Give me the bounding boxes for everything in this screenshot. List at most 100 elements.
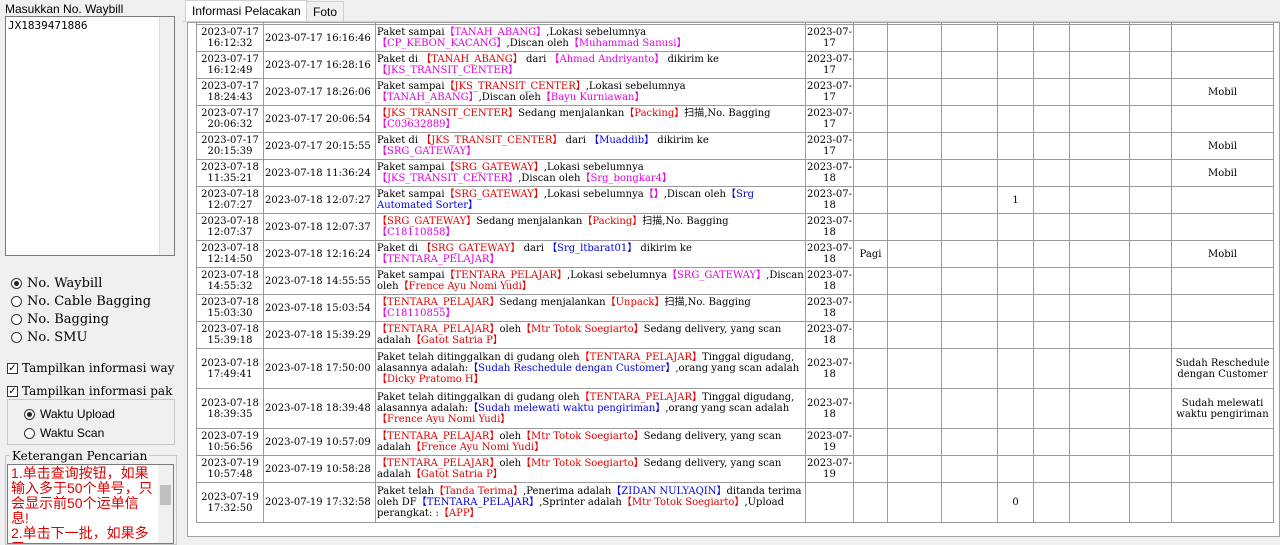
col-h-cell — [997, 455, 1034, 483]
upload-time: 2023-07-17 20:15:55 — [265, 140, 371, 152]
table-row[interactable]: 2023-07-18 12:07:27 2023-07-18 12:07:27 Pak… — [196, 186, 1274, 214]
keterangan-scrollbar[interactable] — [158, 465, 173, 543]
description-cell: Paket sampai【SRG_GATEWAY】,Lokasi sebelum… — [375, 159, 806, 187]
scan-date: 2023-07-18 — [201, 270, 259, 281]
table-row[interactable]: 2023-07-17 18:24:43 2023-07-17 18:26:06 Pak… — [196, 78, 1274, 106]
scan-date: 2023-07-17 — [201, 135, 259, 146]
upload-time-cell: 2023-07-18 12:16:24 — [263, 240, 376, 268]
table-row[interactable]: 2023-07-19 17:32:50 2023-07-19 17:32:58 Pak… — [196, 482, 1274, 523]
date-day: 18 — [823, 408, 836, 420]
col-i-cell — [1033, 213, 1070, 241]
upload-time: 2023-07-18 15:03:54 — [265, 302, 371, 314]
radio-dot[interactable] — [11, 314, 22, 325]
keterangan-label: Keterangan Pencarian — [10, 449, 150, 463]
col-k-cell — [1129, 348, 1172, 389]
tab-informasi-pelacakan[interactable]: Informasi Pelacakan — [185, 0, 308, 21]
radio-waktu-scan[interactable]: Waktu Scan — [24, 426, 104, 440]
radio-dot[interactable] — [11, 296, 22, 307]
scan-time: 12:07:37 — [207, 227, 253, 238]
radio-no-smu[interactable]: No. SMU — [11, 330, 87, 345]
tab-foto[interactable]: Foto — [306, 1, 345, 21]
waybill-scrollbar[interactable] — [159, 17, 174, 255]
upload-time: 2023-07-19 10:57:09 — [265, 436, 371, 448]
table-row[interactable]: 2023-07-18 12:07:37 2023-07-18 12:07:37 【SR… — [196, 213, 1274, 241]
col-j-cell — [1069, 78, 1130, 106]
table-row[interactable]: 2023-07-19 10:57:48 2023-07-19 10:58:28 【TE… — [196, 455, 1274, 483]
table-row[interactable]: 2023-07-18 15:03:30 2023-07-18 15:03:54 【TE… — [196, 294, 1274, 322]
check-show-waybill-info[interactable]: ✓ Tampilkan informasi way — [7, 361, 179, 375]
col-e-cell — [853, 159, 888, 187]
col-g-cell — [941, 428, 998, 456]
col-e-cell: Pagi — [853, 240, 888, 268]
col-i-cell — [1033, 24, 1070, 52]
table-row[interactable]: 2023-07-18 11:35:21 2023-07-18 11:36:24 Pak… — [196, 159, 1274, 187]
radio-dot[interactable] — [24, 408, 35, 420]
col-j-cell — [1069, 348, 1130, 389]
col-k-cell — [1129, 321, 1172, 349]
scroll-thumb[interactable] — [160, 485, 171, 505]
keterangan-text-box[interactable]: 1.单击查询按钮，如果输入多于50个单号，只会显示前50个运单信息! 2.单击下… — [7, 464, 174, 544]
col-h-cell — [997, 105, 1034, 133]
table-row[interactable]: 2023-07-17 20:06:32 2023-07-17 20:06:54 【JK… — [196, 105, 1274, 133]
col-i-cell — [1033, 51, 1070, 79]
table-row[interactable]: 2023-07-18 18:39:35 2023-07-18 18:39:48 Pak… — [196, 388, 1274, 429]
description-cell: Paket sampai【TANAH_ABANG】,Lokasi sebelum… — [375, 24, 806, 52]
scan-time: 16:12:32 — [207, 38, 253, 49]
col-l-cell — [1171, 482, 1274, 523]
description-highlight: 【Unpack】 — [605, 297, 665, 308]
radio-dot[interactable] — [11, 278, 22, 289]
scan-time-cell: 2023-07-18 14:55:32 — [196, 267, 264, 295]
col-h-cell — [997, 388, 1034, 429]
table-row[interactable]: 2023-07-18 15:39:18 2023-07-18 15:39:29 【TE… — [196, 321, 1274, 349]
col-j-cell — [1069, 51, 1130, 79]
checkbox-checked-icon[interactable]: ✓ — [7, 362, 18, 374]
table-row[interactable]: 2023-07-18 17:49:41 2023-07-18 17:50:00 Pak… — [196, 348, 1274, 389]
col-l-cell — [1171, 51, 1274, 79]
description-text: oleh — [499, 431, 522, 442]
radio-no-cable-bagging[interactable]: No. Cable Bagging — [11, 294, 151, 309]
table-row[interactable]: 2023-07-19 10:56:56 2023-07-19 10:57:09 【TE… — [196, 428, 1274, 456]
date-cell: 2023-07- 17 — [805, 24, 854, 52]
check-show-package-info[interactable]: ✓ Tampilkan informasi pak — [7, 384, 179, 398]
radio-dot[interactable] — [11, 332, 22, 343]
description-highlight: 【CP_KEBON_KACANG】 — [377, 38, 507, 49]
date-day: 18 — [823, 173, 836, 184]
col-j-cell — [1069, 482, 1130, 523]
checkbox-checked-icon[interactable]: ✓ — [7, 385, 18, 397]
date-cell: 2023-07- 17 — [805, 105, 854, 133]
radio-dot[interactable] — [24, 427, 35, 439]
waybill-input[interactable]: JX1839471886 — [5, 16, 175, 256]
description-highlight: 【Frence Ayu Nomi Yudi】 — [410, 442, 545, 453]
description-cell: Paket sampai【JKS_TRANSIT_CENTER】,Lokasi … — [375, 78, 806, 106]
col-l-cell — [1171, 428, 1274, 456]
description-highlight: 【Packing】 — [582, 216, 643, 227]
upload-time-cell: 2023-07-18 12:07:37 — [263, 213, 376, 241]
col-i-cell — [1033, 348, 1070, 389]
radio-no-bagging[interactable]: No. Bagging — [11, 312, 109, 327]
description-text: dari — [522, 54, 550, 65]
description-cell: Paket telah ditinggalkan di gudang oleh【… — [375, 388, 806, 429]
table-row[interactable]: 2023-07-18 14:55:32 2023-07-18 14:55:55 Pak… — [196, 267, 1274, 295]
radio-waktu-upload[interactable]: Waktu Upload — [24, 407, 115, 421]
col-f-cell — [887, 455, 942, 483]
upload-time: 2023-07-17 20:06:54 — [265, 113, 371, 125]
table-row[interactable]: 2023-07-17 16:12:32 2023-07-17 16:16:46 Pak… — [196, 24, 1274, 52]
table-row[interactable]: 2023-07-18 12:14:50 2023-07-18 12:16:24 Pak… — [196, 240, 1274, 268]
radio-no-waybill[interactable]: No. Waybill — [11, 276, 102, 291]
col-g-cell — [941, 348, 998, 389]
description-highlight: 【Mtr Totok Soegiarto】 — [521, 431, 644, 442]
note-value: Sudah Reschedule dengan Customer — [1175, 357, 1270, 380]
date-part: 2023-07- — [807, 243, 852, 254]
upload-time-cell: 2023-07-18 12:07:27 — [263, 186, 376, 214]
scan-time: 18:39:35 — [207, 408, 253, 420]
tracking-grid[interactable]: 2023-07-17 16:12:32 2023-07-17 16:16:46 Pak… — [187, 22, 1280, 537]
description-text: ,Lokasi sebelumnya — [546, 27, 647, 38]
table-row[interactable]: 2023-07-17 20:15:39 2023-07-17 20:15:55 Pak… — [196, 132, 1274, 160]
col-g-cell — [941, 455, 998, 483]
description-text: dikirim ke — [654, 135, 709, 146]
description-text: ,Discan oleh — [663, 189, 726, 200]
table-row[interactable]: 2023-07-17 16:12:49 2023-07-17 16:28:16 Pak… — [196, 51, 1274, 79]
scan-date: 2023-07-18 — [201, 297, 259, 308]
description-highlight: 【SRG_GATEWAY】 — [377, 146, 477, 157]
radio-label: No. SMU — [27, 330, 88, 345]
